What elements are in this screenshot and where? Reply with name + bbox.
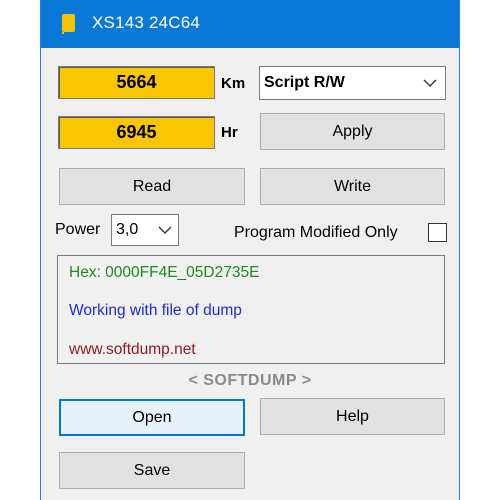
- info-panel: Hex: 0000FF4E_05D2735E Working with file…: [57, 255, 445, 364]
- chip-icon: [62, 14, 75, 34]
- power-label: Power: [55, 221, 101, 238]
- window-title: XS143 24C64: [92, 13, 201, 32]
- apply-button[interactable]: Apply: [260, 113, 445, 150]
- mode-select[interactable]: Script R/W: [259, 66, 446, 100]
- chevron-down-icon: [158, 226, 172, 234]
- open-button[interactable]: Open: [59, 399, 245, 436]
- power-select[interactable]: 3,0: [111, 214, 179, 246]
- hr-value-field[interactable]: 6945: [58, 116, 215, 149]
- km-unit-label: Km: [221, 75, 246, 92]
- help-button[interactable]: Help: [260, 398, 445, 435]
- status-text: Working with file of dump: [69, 302, 242, 319]
- km-value-field[interactable]: 5664: [58, 66, 215, 99]
- hr-unit-label: Hr: [221, 124, 238, 141]
- save-button[interactable]: Save: [59, 452, 245, 489]
- program-modified-only-checkbox[interactable]: [428, 223, 447, 242]
- write-button[interactable]: Write: [260, 168, 445, 205]
- chevron-down-icon: [423, 79, 437, 87]
- program-modified-only-label: Program Modified Only: [234, 224, 398, 241]
- hex-text: Hex: 0000FF4E_05D2735E: [69, 264, 260, 281]
- brand-label: < SOFTDUMP >: [188, 372, 312, 389]
- power-select-value: 3,0: [116, 221, 139, 238]
- title-bar[interactable]: XS143 24C64: [41, 0, 459, 48]
- mode-select-value: Script R/W: [264, 74, 345, 91]
- website-link[interactable]: www.softdump.net: [69, 341, 196, 359]
- read-button[interactable]: Read: [59, 168, 245, 205]
- app-window: XS143 24C64 5664 Km Script R/W 6945 Hr A…: [40, 0, 460, 500]
